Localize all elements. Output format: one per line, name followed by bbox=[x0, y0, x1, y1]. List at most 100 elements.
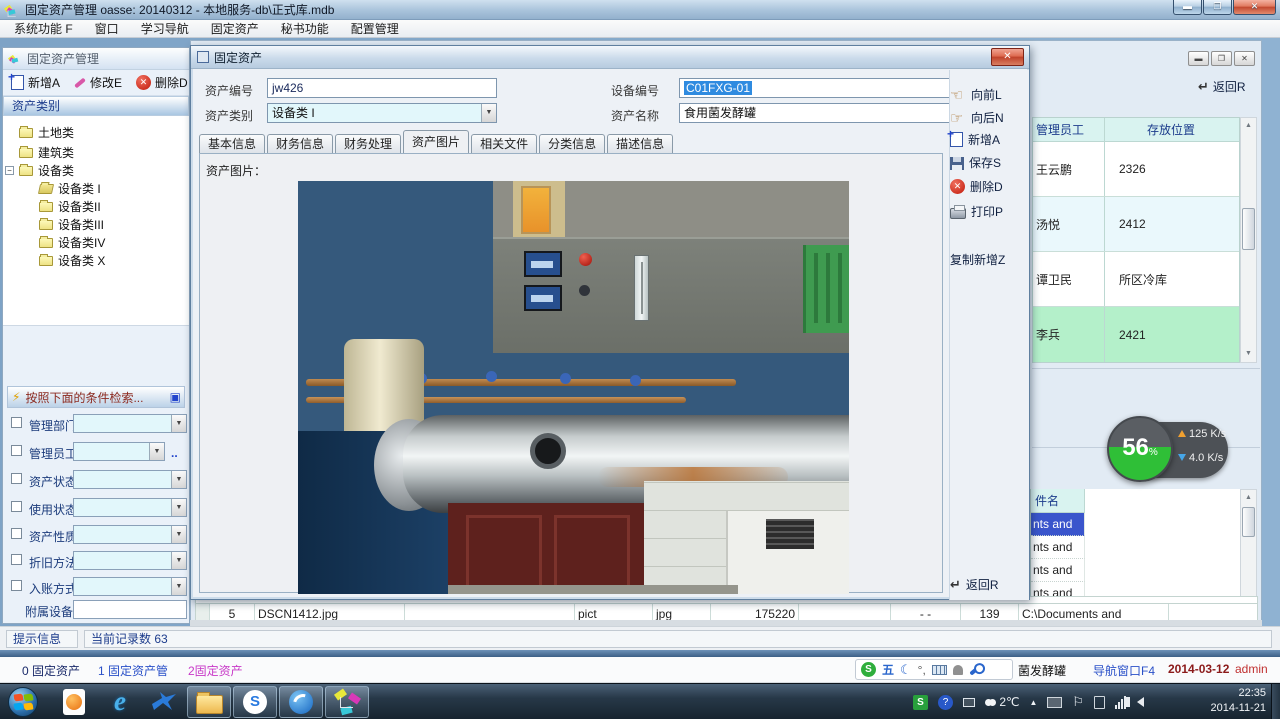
scroll-up-arrow[interactable]: ▲ bbox=[1241, 490, 1256, 506]
tab-finance-process[interactable]: 财务处理 bbox=[335, 134, 401, 154]
child-return-button[interactable]: ↵ 返回R bbox=[1198, 78, 1246, 95]
dropdown-arrow-icon[interactable]: ▼ bbox=[171, 471, 186, 488]
tray-display-icon[interactable] bbox=[1047, 697, 1062, 708]
wrench-icon[interactable] bbox=[969, 664, 982, 675]
tree-item-equipment-2[interactable]: 设备类II bbox=[39, 198, 101, 215]
menu-system[interactable]: 系统功能 F bbox=[14, 20, 73, 37]
tree-item-equipment[interactable]: −设备类 bbox=[5, 162, 74, 179]
internet-explorer-icon[interactable]: e bbox=[98, 686, 142, 718]
table-vscrollbar[interactable]: ▲ ▼ bbox=[1240, 117, 1257, 363]
scroll-thumb[interactable] bbox=[1242, 208, 1255, 250]
table-row-selected[interactable]: 李兵 2421 bbox=[1033, 307, 1239, 362]
explorer-folder-button[interactable] bbox=[187, 686, 231, 718]
memory-speed-ball[interactable]: 56% bbox=[1107, 416, 1173, 482]
sogou-icon[interactable]: S bbox=[861, 662, 876, 677]
restore-button[interactable]: ❐ bbox=[1203, 0, 1232, 15]
window-tab-0[interactable]: 0 固定资产 bbox=[22, 662, 80, 679]
minimize-button[interactable]: ▬ bbox=[1173, 0, 1202, 15]
scroll-down-arrow[interactable]: ▼ bbox=[1241, 346, 1256, 362]
sogou-browser-button[interactable]: S bbox=[233, 686, 277, 718]
col-manager[interactable]: 管理员工 bbox=[1033, 118, 1105, 141]
tray-weather[interactable]: 2℃ bbox=[985, 695, 1020, 709]
asset-nature-combo[interactable]: ▼ bbox=[73, 525, 187, 544]
media-player-icon[interactable] bbox=[52, 686, 96, 718]
prev-button[interactable]: ☜向前L bbox=[950, 86, 1002, 103]
tray-volume-icon[interactable] bbox=[1137, 697, 1144, 707]
child-close-button[interactable]: ✕ bbox=[1234, 51, 1255, 66]
ime-mode[interactable]: 五 bbox=[882, 661, 894, 678]
device-no-input[interactable]: C01FXG-01 bbox=[679, 78, 967, 98]
employee-checkbox[interactable] bbox=[11, 445, 22, 456]
menu-config[interactable]: 配置管理 bbox=[351, 20, 399, 37]
save-button[interactable]: 保存S bbox=[950, 154, 1001, 171]
print-button[interactable]: 打印P bbox=[950, 203, 1003, 220]
nav-window-label[interactable]: 导航窗口F4 bbox=[1093, 662, 1155, 679]
keyboard-icon[interactable] bbox=[932, 665, 947, 675]
asset-name-input[interactable]: 食用菌发酵罐 bbox=[679, 103, 967, 123]
tray-expand-icon[interactable]: ▲ bbox=[1030, 698, 1038, 707]
return-button[interactable]: ↵返回R bbox=[950, 576, 999, 593]
menu-secretary[interactable]: 秘书功能 bbox=[281, 20, 329, 37]
tree-item-equipment-x[interactable]: 设备类 X bbox=[39, 252, 105, 269]
tab-description[interactable]: 描述信息 bbox=[607, 134, 673, 154]
start-button[interactable] bbox=[8, 687, 38, 717]
tray-help-icon[interactable]: ? bbox=[938, 695, 953, 710]
punctuation-toggle[interactable]: °, bbox=[918, 663, 926, 677]
dropdown-arrow-icon[interactable]: ▼ bbox=[149, 443, 164, 460]
dropdown-arrow-icon[interactable]: ▼ bbox=[171, 415, 186, 432]
dropdown-arrow-icon[interactable]: ▼ bbox=[171, 499, 186, 516]
child-minimize-button[interactable]: ▬ bbox=[1188, 51, 1209, 66]
copy-new-button[interactable]: 复制新增Z bbox=[950, 251, 1005, 268]
dropdown-arrow-icon[interactable]: ▼ bbox=[171, 578, 186, 595]
edit-button[interactable]: 修改E bbox=[74, 74, 122, 91]
category-combo[interactable]: 设备类 I ▼ bbox=[267, 103, 497, 123]
tray-sogou-icon[interactable]: S bbox=[913, 695, 928, 710]
usage-status-checkbox[interactable] bbox=[11, 501, 22, 512]
depreciation-combo[interactable]: ▼ bbox=[73, 551, 187, 570]
employee-combo[interactable]: ▼ bbox=[73, 442, 165, 461]
table-row[interactable]: 汤悦 2412 bbox=[1033, 197, 1239, 252]
next-button[interactable]: ☞向后N bbox=[950, 109, 1004, 126]
table-row[interactable]: 谭卫民 所区冷库 bbox=[1033, 252, 1239, 307]
add-button[interactable]: 新增A bbox=[11, 74, 60, 91]
browser-ball-button[interactable] bbox=[279, 686, 323, 718]
browse-dots-button[interactable]: .. bbox=[171, 446, 178, 460]
delete-button[interactable]: ✕删除D bbox=[136, 74, 188, 91]
new-button[interactable]: 新增A bbox=[950, 131, 1000, 148]
window-tab-2[interactable]: 2固定资产 bbox=[188, 662, 243, 679]
tree-item-land[interactable]: 土地类 bbox=[19, 124, 74, 141]
dropdown-arrow-icon[interactable]: ▼ bbox=[481, 104, 496, 122]
file-item[interactable]: nts and bbox=[1031, 559, 1085, 582]
tree-item-equipment-1[interactable]: 设备类 I bbox=[39, 180, 101, 197]
entry-mode-combo[interactable]: ▼ bbox=[73, 577, 187, 596]
usage-status-combo[interactable]: ▼ bbox=[73, 498, 187, 517]
depreciation-checkbox[interactable] bbox=[11, 554, 22, 565]
tab-basic-info[interactable]: 基本信息 bbox=[199, 134, 265, 154]
tree-item-equipment-4[interactable]: 设备类IV bbox=[39, 234, 105, 251]
dept-combo[interactable]: ▼ bbox=[73, 414, 187, 433]
dialog-close-button[interactable]: ✕ bbox=[991, 48, 1024, 66]
asset-nature-checkbox[interactable] bbox=[11, 528, 22, 539]
col-location[interactable]: 存放位置 bbox=[1105, 118, 1237, 141]
asset-app-button[interactable] bbox=[325, 686, 369, 718]
show-desktop-button[interactable] bbox=[1271, 684, 1280, 719]
child-restore-button[interactable]: ❐ bbox=[1211, 51, 1232, 66]
tab-asset-photo[interactable]: 资产图片 bbox=[403, 130, 469, 154]
tray-clock[interactable]: 22:35 2014-11-21 bbox=[1211, 686, 1266, 716]
scroll-up-arrow[interactable]: ▲ bbox=[1241, 118, 1256, 134]
bird-app-icon[interactable] bbox=[142, 686, 186, 718]
moon-icon[interactable]: ☾ bbox=[900, 662, 912, 678]
tray-window-icon[interactable] bbox=[963, 698, 975, 707]
menu-learn-nav[interactable]: 学习导航 bbox=[141, 20, 189, 37]
tab-classification[interactable]: 分类信息 bbox=[539, 134, 605, 154]
asset-status-combo[interactable]: ▼ bbox=[73, 470, 187, 489]
window-tab-1[interactable]: 1 固定资产管 bbox=[98, 662, 168, 679]
asset-no-input[interactable]: jw426 bbox=[267, 78, 497, 98]
entry-mode-checkbox[interactable] bbox=[11, 580, 22, 591]
tree-item-equipment-3[interactable]: 设备类III bbox=[39, 216, 104, 233]
scroll-thumb[interactable] bbox=[1242, 507, 1255, 537]
person-icon[interactable] bbox=[953, 665, 963, 675]
table-row[interactable]: 王云鹏 2326 bbox=[1033, 142, 1239, 197]
file-item-selected[interactable]: nts and bbox=[1031, 513, 1085, 536]
tray-clipboard-icon[interactable] bbox=[1094, 696, 1105, 709]
